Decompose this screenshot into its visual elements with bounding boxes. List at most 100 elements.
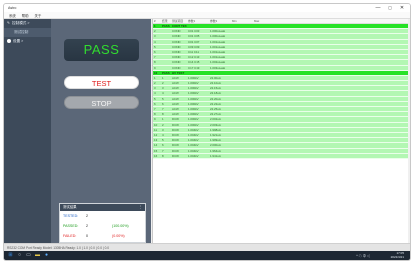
table-cell: 10 xyxy=(154,70,158,75)
table-cell xyxy=(253,112,273,116)
table-cell: DCW xyxy=(172,117,179,122)
menu-system[interactable]: 系统 xyxy=(9,13,16,18)
table-cell xyxy=(161,60,171,64)
table-cell xyxy=(231,91,253,95)
table-cell xyxy=(253,143,273,147)
table-cell: 1.000kV xyxy=(188,122,199,127)
table-cell: 22.15uA xyxy=(210,86,221,91)
app-icon[interactable]: ● xyxy=(44,253,49,258)
table-cell: COND xyxy=(172,49,181,54)
table-cell: 6 xyxy=(154,101,156,106)
control-panel: PASS TEST STOP 测试结果 ⋮ TESTED: 2 PASSED: … xyxy=(51,19,151,243)
table-cell: COND xyxy=(172,39,181,44)
table-cell: ACW xyxy=(172,112,179,117)
table-cell: 3 xyxy=(154,34,156,39)
table-cell: 1.000kV xyxy=(188,91,199,96)
column-header[interactable]: 参数2 xyxy=(209,19,231,23)
table-cell xyxy=(253,117,273,121)
table-cell: 1.000kV xyxy=(188,117,199,122)
table-cell: COND xyxy=(172,44,181,49)
table-cell xyxy=(231,34,253,38)
table-cell: 7 xyxy=(154,107,156,111)
table-cell: 1.004kV xyxy=(188,143,199,148)
menu-about[interactable]: 关于 xyxy=(34,13,41,18)
more-icon[interactable]: ⋮ xyxy=(139,204,142,211)
column-header[interactable]: Min xyxy=(231,19,253,23)
nav-item-label: 设置 > xyxy=(13,39,24,43)
nav-item-label: 测试控制 xyxy=(14,30,29,34)
clock[interactable]: 17:05 2021/4/21 xyxy=(391,251,404,259)
stat-count: 2 xyxy=(86,214,88,218)
table-cell: 1.000uLeak xyxy=(210,34,226,39)
windows-start-icon[interactable]: ⊞ xyxy=(8,253,13,258)
table-cell xyxy=(253,34,273,38)
table-cell xyxy=(231,107,253,111)
table-cell xyxy=(231,76,253,80)
column-header[interactable] xyxy=(273,19,408,23)
table-cell xyxy=(231,40,253,44)
table-cell xyxy=(231,29,253,33)
table-cell xyxy=(231,55,253,59)
task-view-icon[interactable]: ▭ xyxy=(26,253,31,258)
nav-item-settings[interactable]: 设置 > xyxy=(4,37,51,46)
nav-item-test-control[interactable]: 测试控制 xyxy=(4,28,51,37)
column-header[interactable]: 参数1 xyxy=(187,19,209,23)
table-cell: 22.18uA xyxy=(210,91,221,96)
column-header[interactable]: Max xyxy=(253,19,273,23)
close-button[interactable]: ✕ xyxy=(396,4,408,12)
table-cell: 2.003uA xyxy=(210,122,221,127)
table-cell xyxy=(253,107,273,111)
table-cell: 4 xyxy=(154,91,156,96)
table-cell xyxy=(273,91,408,95)
file-explorer-icon[interactable]: ▬ xyxy=(35,253,40,258)
table-cell: 16 xyxy=(154,153,158,158)
stop-button[interactable]: STOP xyxy=(64,96,139,109)
table-row[interactable]: 16 8 DCW 1.004kV 1.941uA xyxy=(153,153,408,159)
table-cell: 5 xyxy=(162,138,164,143)
column-header[interactable]: # xyxy=(153,19,161,23)
nav-item-label: 控制模式 > xyxy=(12,21,30,25)
table-cell: COND xyxy=(172,60,181,65)
table-cell xyxy=(273,112,408,116)
table-cell xyxy=(253,29,273,33)
table-cell: COND xyxy=(172,55,181,60)
table-cell: 10 xyxy=(154,122,158,127)
table-cell: 1.001uLeak xyxy=(210,44,226,49)
tray-icons[interactable]: ^ ☁ 中 ◁ xyxy=(356,253,370,258)
stat-row-failed: FAILED: 0 (0.00%) xyxy=(60,231,145,241)
menu-help[interactable]: 帮助 xyxy=(22,13,29,18)
minimize-button[interactable]: — xyxy=(372,4,384,12)
search-icon[interactable]: ○ xyxy=(17,253,22,258)
table-cell: 1 xyxy=(162,117,164,122)
table-cell: 3 xyxy=(162,127,164,132)
nav-item-control-mode[interactable]: ✎ 控制模式 > xyxy=(4,19,51,28)
table-cell xyxy=(273,71,408,75)
column-header[interactable]: 测试项目 xyxy=(171,19,187,23)
maximize-button[interactable]: ▢ xyxy=(384,4,396,12)
table-cell: 1 xyxy=(154,75,156,80)
table-cell xyxy=(273,143,408,147)
table-cell: COND xyxy=(172,65,181,70)
table-cell: ACW xyxy=(172,86,179,91)
column-header[interactable]: 结果 xyxy=(161,19,171,23)
table-cell xyxy=(231,97,253,101)
table-cell xyxy=(253,128,273,132)
table-cell xyxy=(273,117,408,121)
table-cell: 3 xyxy=(162,86,164,91)
table-cell: 9 xyxy=(154,117,156,122)
table-cell: 1 xyxy=(162,75,164,80)
table-cell xyxy=(273,128,408,132)
table-cell: 8 xyxy=(154,60,156,65)
table-cell: 1.000kV xyxy=(188,96,199,101)
table-cell: COND xyxy=(172,29,181,34)
test-button[interactable]: TEST xyxy=(64,76,139,89)
table-body: 1 PASS CONT TEST 2 COND C01 C03 1.000uLeak 3 CON… xyxy=(153,24,408,159)
sidebar-nav: ✎ 控制模式 > 测试控制 设置 > xyxy=(4,19,51,243)
table-cell: 12 xyxy=(154,132,158,137)
table-cell: ACW xyxy=(172,91,179,96)
table-cell xyxy=(253,55,273,59)
table-cell: 2.000uA xyxy=(210,143,221,148)
table-cell: C14 C15 xyxy=(188,60,200,65)
table-cell xyxy=(253,66,273,70)
table-cell: DCW xyxy=(172,132,179,137)
